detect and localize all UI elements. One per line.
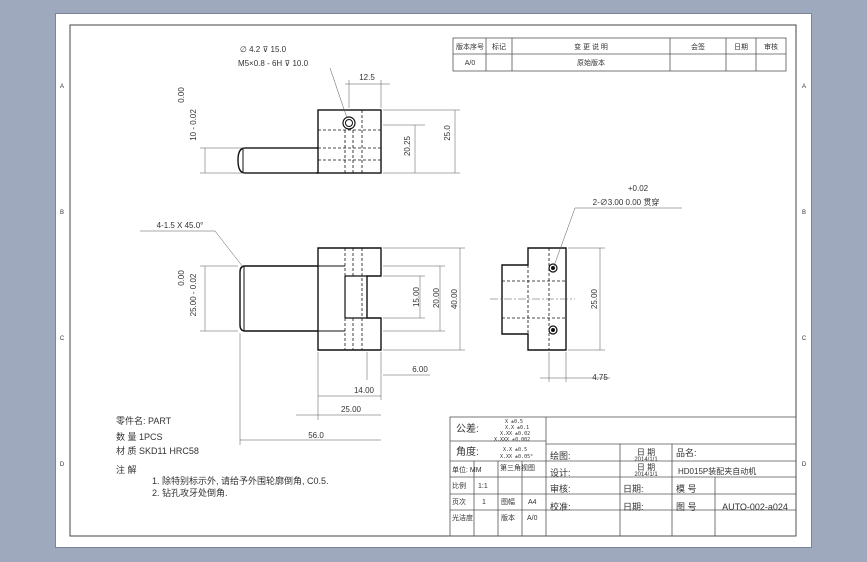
unit-label: 单位: MM <box>452 465 482 474</box>
date-label-3: 日期: <box>623 484 644 494</box>
rev-header-description: 变 更 说 明 <box>574 42 608 51</box>
size-value: A4 <box>528 499 537 506</box>
notes-title: 注 解 <box>116 464 137 475</box>
zone-letter: A <box>802 84 806 90</box>
model-label: 模 号 <box>676 484 697 494</box>
pages-label: 页次 <box>452 497 466 506</box>
drawing-no: AUTO-002-a024 <box>722 502 788 512</box>
zone-letter: D <box>802 462 807 468</box>
top-hole-callout-2: M5×0.8 - 6H ⊽ 10.0 <box>238 59 309 68</box>
angle-label: 角度: <box>456 445 479 458</box>
rev-header-date: 日期 <box>734 43 748 51</box>
date-label-4: 日期: <box>623 502 644 512</box>
date-value-2: 2014/1/1 <box>634 472 658 478</box>
note-2: 2. 钻孔攻牙处倒角. <box>152 487 228 498</box>
front-dim-6: 6.00 <box>412 365 428 374</box>
size-label: 图幅 <box>501 497 515 506</box>
projection-label: 第三角视图 <box>500 463 535 472</box>
note-1: 1. 除特别标示外, 请给予外围轮廓倒角, C0.5. <box>152 475 329 486</box>
angle-value-1: X.XX ±0.05° <box>500 454 533 460</box>
product-label: 品名: <box>676 447 697 458</box>
top-hole-callout-1: ∅ 4.2 ⊽ 15.0 <box>240 45 287 54</box>
part-material: 材 质 SKD11 HRC58 <box>116 445 199 456</box>
top-tol-lower: 10 - 0.02 <box>189 109 198 141</box>
drawn-label: 绘图: <box>550 450 571 461</box>
rev-header-sign: 会签 <box>691 42 705 51</box>
date-label-1: 日 期 <box>637 448 655 457</box>
front-dim-56: 56.0 <box>308 431 324 440</box>
rev-row-description: 原始版本 <box>577 58 605 67</box>
zone-letter: D <box>60 462 65 468</box>
scale-label: 比例 <box>452 481 466 490</box>
rev-header-review: 审核 <box>764 42 778 51</box>
rev-row-version: A/0 <box>465 60 476 67</box>
side-tol-upper: +0.02 <box>628 184 649 193</box>
side-callout: 2-∅3.00 0.00 贯穿 <box>593 197 660 207</box>
version-value: A/0 <box>527 515 538 522</box>
part-name: 零件名: PART <box>116 415 172 426</box>
rev-header-version: 版本序号 <box>456 42 484 51</box>
angle-value-0: X.X ±0.5 <box>503 447 527 453</box>
front-tol-upper: 0.00 <box>177 270 186 286</box>
side-dim-25: 25.00 <box>590 288 599 309</box>
finish-label: 光洁度 <box>452 513 473 522</box>
pages-value: 1 <box>482 499 486 506</box>
front-dim-14: 14.00 <box>354 386 375 395</box>
front-tol-lower: 25.00 - 0.02 <box>189 273 198 316</box>
front-dim-40: 40.00 <box>450 288 459 309</box>
cad-drawing: A A B B C C D D 版本序号 标记 变 更 说 明 会签 日期 审核 A/0 原始… <box>60 24 807 537</box>
check-label: 审核: <box>550 483 571 494</box>
zone-letter: B <box>802 210 806 216</box>
tolerance-label: 公差: <box>456 422 479 435</box>
zone-letter: B <box>60 210 64 216</box>
part-qty: 数 量 1PCS <box>116 431 163 442</box>
tol-value-3: X.XXX ±0.002 <box>494 437 530 443</box>
zone-letter: C <box>802 336 807 342</box>
verify-label: 校准: <box>550 501 571 512</box>
front-view <box>140 230 465 445</box>
top-dim-width: 12.5 <box>359 73 375 82</box>
product-value: HD015P装配夹自动机 <box>678 466 756 476</box>
design-label: 设计: <box>550 467 571 478</box>
top-dim-h2: 25.0 <box>443 125 452 141</box>
zone-letter: A <box>60 84 64 90</box>
version-label: 版本 <box>501 513 515 522</box>
border-zones: A A B B C C D D <box>60 84 807 468</box>
top-tol-upper: 0.00 <box>177 87 186 103</box>
side-dim-475: 4.75 <box>592 373 608 382</box>
date-label-2: 日 期 <box>637 463 655 472</box>
drawing-no-label: 图 号 <box>676 502 697 512</box>
rev-header-mark: 标记 <box>492 42 506 51</box>
front-dim-15: 15.00 <box>412 286 421 307</box>
top-view <box>200 67 460 174</box>
zone-letter: C <box>60 336 65 342</box>
side-view <box>490 207 682 382</box>
front-dim-25: 25.00 <box>341 405 362 414</box>
top-dim-h1: 20.25 <box>403 135 412 156</box>
revision-table <box>452 37 787 72</box>
front-dim-20: 20.00 <box>432 287 441 308</box>
scale-value: 1:1 <box>478 483 488 490</box>
front-chamfer: 4-1.5 X 45.0° <box>157 221 204 230</box>
